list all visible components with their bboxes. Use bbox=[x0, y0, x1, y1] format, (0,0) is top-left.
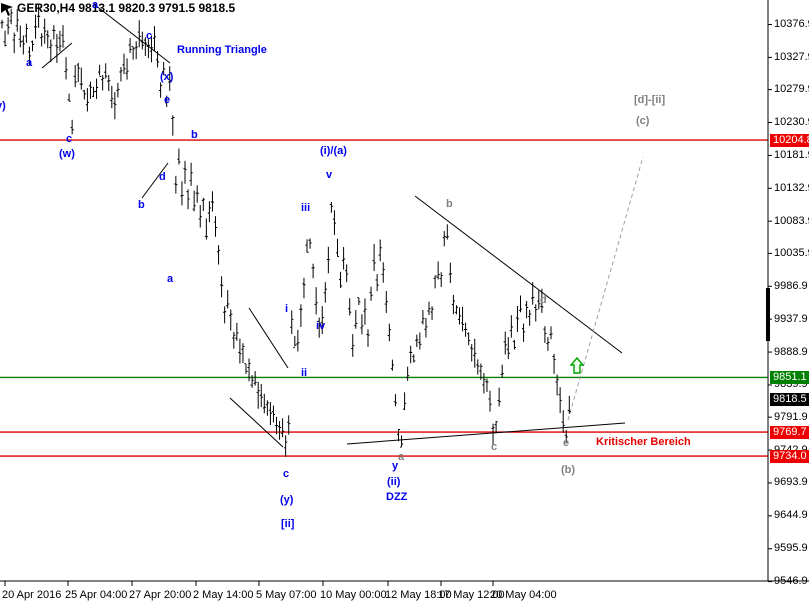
wave-label: d bbox=[159, 171, 166, 183]
trendline bbox=[95, 5, 170, 63]
time-tick-label: 5 May 07:00 bbox=[256, 589, 317, 601]
time-tick-label: 20 May 04:00 bbox=[490, 589, 557, 601]
price-tick-label: 10376.9 bbox=[774, 18, 809, 30]
time-tick-label: 27 Apr 20:00 bbox=[129, 589, 191, 601]
price-label-box: 9818.5 bbox=[770, 393, 809, 406]
price-tick-label: 9595.9 bbox=[774, 542, 808, 554]
price-tick-label: 10230.9 bbox=[774, 116, 809, 128]
wave-label: (ii) bbox=[387, 476, 400, 488]
time-tick-label: 25 Apr 04:00 bbox=[65, 589, 127, 601]
chart-window: GER30,H4 9813.1 9820.3 9791.5 9818.5 aac… bbox=[0, 0, 809, 607]
wave-label: (c) bbox=[636, 115, 649, 127]
wave-label: c bbox=[491, 441, 497, 453]
price-tick-label: 9986.9 bbox=[774, 280, 808, 292]
price-tick-label: 10181.9 bbox=[774, 149, 809, 161]
price-tick-label: 9791.9 bbox=[774, 411, 808, 423]
wave-label: d bbox=[540, 294, 547, 306]
wave-label: (i)/(a) bbox=[320, 145, 347, 157]
wave-label: (x) bbox=[160, 71, 173, 83]
wave-label: c bbox=[283, 468, 289, 480]
running-triangle-label: Running Triangle bbox=[177, 44, 267, 56]
price-tick-label: 10035.9 bbox=[774, 247, 809, 259]
trendline bbox=[249, 308, 288, 368]
price-tick-label: 9693.9 bbox=[774, 476, 808, 488]
wave-label: DZZ bbox=[386, 491, 407, 503]
price-label-box: 10204.8 bbox=[770, 134, 809, 147]
wave-label: b bbox=[446, 198, 453, 210]
wave-label: [d]-[ii] bbox=[634, 94, 665, 106]
wave-label: v bbox=[326, 169, 332, 181]
price-bars bbox=[0, 5, 571, 457]
price-label-box: 9851.1 bbox=[770, 371, 809, 384]
wave-label: b bbox=[138, 199, 145, 211]
wave-label: i bbox=[285, 303, 288, 315]
wave-label: e bbox=[563, 437, 569, 449]
wave-label: a bbox=[398, 451, 404, 463]
wave-label: e bbox=[164, 94, 170, 106]
wave-label: (y) bbox=[280, 494, 293, 506]
price-tick-label: 10132.9 bbox=[774, 182, 809, 194]
trendline bbox=[347, 423, 625, 444]
price-tick-label: 9888.9 bbox=[774, 346, 808, 358]
price-tick-label: 10327.9 bbox=[774, 51, 809, 63]
price-tick-label: 9644.9 bbox=[774, 509, 808, 521]
trendline bbox=[415, 196, 622, 353]
wave-label: a bbox=[26, 57, 32, 69]
wave-label: a bbox=[92, 0, 98, 11]
price-tick-label: 9546.9 bbox=[774, 575, 808, 587]
trendline bbox=[230, 398, 283, 447]
chart-canvas[interactable] bbox=[0, 0, 809, 607]
time-tick-label: 20 Apr 2016 bbox=[2, 589, 61, 601]
wave-label: [ii] bbox=[281, 518, 294, 530]
wave-label: (w) bbox=[59, 148, 75, 160]
price-label-box: 9734.0 bbox=[770, 450, 809, 463]
time-tick-label: 2 May 14:00 bbox=[193, 589, 254, 601]
wave-label: (b) bbox=[561, 464, 575, 476]
wave-label: c bbox=[146, 30, 152, 42]
price-tick-label: 10083.9 bbox=[774, 215, 809, 227]
wave-label: b bbox=[191, 129, 198, 141]
wave-label: ii bbox=[301, 367, 307, 379]
critical-area-label: Kritischer Bereich bbox=[596, 436, 691, 448]
wave-label: c bbox=[66, 133, 72, 145]
up-arrow-icon bbox=[571, 358, 583, 373]
wave-label: v) bbox=[0, 100, 6, 112]
wave-label: iv bbox=[316, 320, 325, 332]
projection-dashed-line bbox=[568, 157, 643, 420]
price-label-box: 9769.7 bbox=[770, 426, 809, 439]
time-tick-label: 10 May 00:00 bbox=[320, 589, 387, 601]
price-tick-label: 9937.9 bbox=[774, 313, 808, 325]
axis-thick-mark bbox=[766, 288, 770, 341]
wave-label: iii bbox=[301, 202, 310, 214]
price-tick-label: 10279.9 bbox=[774, 83, 809, 95]
wave-label: a bbox=[167, 273, 173, 285]
